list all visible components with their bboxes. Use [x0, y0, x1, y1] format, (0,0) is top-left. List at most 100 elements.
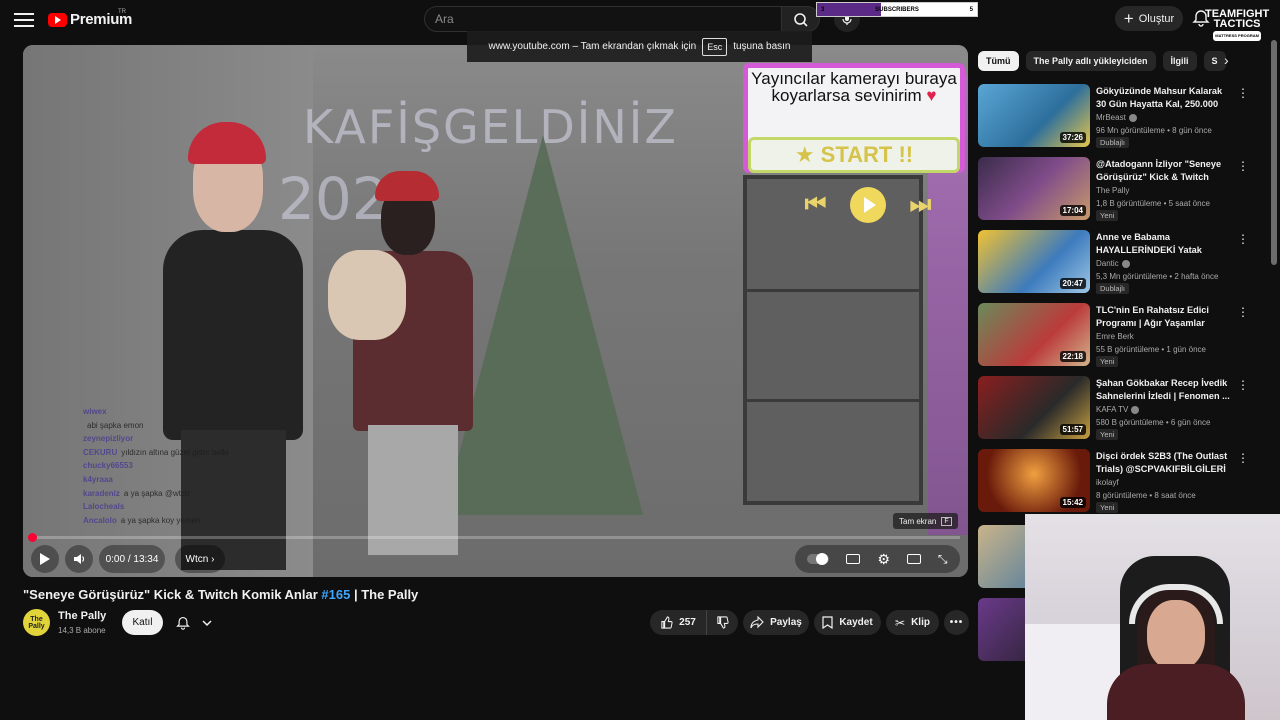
play-icon: [40, 553, 50, 565]
more-actions-button[interactable]: •••: [944, 610, 969, 635]
chat-message: chucky66553: [83, 459, 303, 473]
recommended-video[interactable]: 17:04 @Atadogann İzliyor "Seneye Görüşürü…: [978, 157, 1258, 221]
chat-message: karadeniz a ya şapka @wtcn: [83, 487, 303, 501]
recommended-video[interactable]: 22:18 TLC'nin En Rahatsız Edici Programı …: [978, 303, 1258, 367]
recommended-video[interactable]: 37:26 Gökyüzünde Mahsur Kalarak 30 Gün Ha…: [978, 84, 1258, 148]
verified-icon: [1128, 113, 1137, 122]
more-vertical-icon[interactable]: ⋮: [1237, 159, 1249, 173]
subtitles-icon[interactable]: [846, 554, 861, 564]
recommended-video[interactable]: 15:42 Dişci ördek S2B3 (The Outlast Trial…: [978, 449, 1258, 513]
thumbs-up-icon: [661, 616, 673, 629]
video-thumbnail[interactable]: 15:42: [978, 449, 1090, 512]
subscriber-goal-target: 5: [969, 6, 973, 13]
brand-subline: MATTRESS PROGRAM: [1213, 31, 1261, 41]
recommended-video-title[interactable]: Anne ve Babama HAYALLERİNDEKİ Yatak Odas…: [1096, 231, 1232, 257]
recommended-video-title[interactable]: Gökyüzünde Mahsur Kalarak 30 Gün Hayatta…: [1096, 85, 1232, 111]
recommended-video-title[interactable]: Şahan Gökbakar Recep İvedik Sahnelerini …: [1096, 377, 1232, 403]
recommended-channel-name: MrBeast: [1096, 113, 1126, 122]
recommended-channel[interactable]: Emre Berk: [1096, 332, 1134, 341]
recommended-video-title[interactable]: Dişci ördek S2B3 (The Outlast Trials) @S…: [1096, 450, 1232, 476]
join-button[interactable]: Katıl: [122, 610, 163, 635]
filter-chip[interactable]: S: [1203, 51, 1226, 71]
recommended-meta: 96 Mn görüntüleme • 8 gün önce: [1096, 126, 1212, 135]
menu-icon[interactable]: [14, 10, 34, 28]
video-thumbnail[interactable]: 51:57: [978, 376, 1090, 439]
video-thumbnail[interactable]: 20:47: [978, 230, 1090, 293]
settings-gear-icon[interactable]: ⚙: [877, 551, 890, 568]
search-input[interactable]: [425, 7, 781, 31]
recommended-video-title[interactable]: TLC'nin En Rahatsız Edici Programı | Ağı…: [1096, 304, 1232, 330]
miniplayer-icon[interactable]: [906, 554, 921, 564]
create-button[interactable]: + Oluştur: [1115, 6, 1183, 31]
notification-settings-button[interactable]: [170, 610, 218, 635]
share-button[interactable]: Paylaş: [743, 610, 809, 635]
recommended-meta: 55 B görüntüleme • 1 gün önce: [1096, 345, 1206, 354]
chat-text: yıldızın altına güzel gider belki: [121, 447, 229, 457]
toast-key: Esc: [702, 37, 728, 56]
recommended-channel[interactable]: KAFA TV: [1096, 405, 1140, 414]
chevron-right-icon[interactable]: ›: [1224, 52, 1240, 70]
video-thumbnail[interactable]: 37:26: [978, 84, 1090, 147]
recommended-channel[interactable]: The Pally: [1096, 186, 1129, 195]
video-thumbnail[interactable]: 22:18: [978, 303, 1090, 366]
filter-chip[interactable]: The Pally adlı yükleyiciden: [1025, 51, 1156, 71]
filter-chip[interactable]: Tümü: [978, 51, 1019, 71]
time-display: 0:00 / 13:34: [99, 545, 165, 573]
clip-button[interactable]: ✂ Klip: [886, 610, 939, 635]
recommended-meta: 8 görüntüleme • 8 saat önce: [1096, 491, 1196, 500]
channel-name[interactable]: The Pally: [58, 610, 106, 622]
more-vertical-icon[interactable]: ⋮: [1237, 86, 1249, 100]
share-icon: [750, 616, 764, 629]
chat-username: k4yraaa: [83, 474, 113, 484]
chat-message: wiwex: [83, 405, 303, 419]
person-guest: [353, 171, 473, 555]
recommended-channel-name: KAFA TV: [1096, 405, 1129, 414]
recommended-channel[interactable]: Dantic: [1096, 259, 1130, 268]
streamer-brand-logo: TEAMFIGHT TACTICS MATTRESS PROGRAM: [1205, 9, 1269, 41]
chat-username: CEKURU: [83, 447, 118, 457]
volume-button[interactable]: [65, 545, 93, 573]
plus-icon: +: [1123, 9, 1134, 28]
fullscreen-tooltip-text: Tam ekran: [899, 516, 937, 526]
like-button[interactable]: 257: [650, 610, 706, 635]
recommended-meta: 580 B görüntüleme • 6 gün önce: [1096, 418, 1211, 427]
filter-chip[interactable]: İlgili: [1162, 51, 1197, 71]
search-box[interactable]: [424, 6, 782, 32]
more-vertical-icon[interactable]: ⋮: [1237, 305, 1249, 319]
toast-text-before: www.youtube.com – Tam ekrandan çıkmak iç…: [488, 41, 697, 52]
recommended-badge: Yeni: [1096, 210, 1119, 221]
play-button[interactable]: [31, 545, 59, 573]
video-thumbnail[interactable]: 17:04: [978, 157, 1090, 220]
scissors-icon: ✂: [895, 615, 906, 630]
recommended-video[interactable]: 20:47 Anne ve Babama HAYALLERİNDEKİ Yatak…: [978, 230, 1258, 294]
save-button[interactable]: Kaydet: [814, 610, 881, 635]
recommended-badge: Yeni: [1096, 356, 1119, 367]
chevron-right-icon: ›: [211, 553, 215, 565]
search-button[interactable]: [782, 6, 820, 32]
chapter-button[interactable]: Wtcn ›: [175, 545, 225, 573]
chat-username: Ancalolo: [83, 515, 117, 525]
share-label: Paylaş: [770, 617, 802, 628]
recommended-channel[interactable]: ikolayf: [1096, 478, 1119, 487]
dislike-button[interactable]: [706, 610, 738, 635]
progress-bar[interactable]: [28, 533, 960, 542]
recommended-video[interactable]: 51:57 Şahan Gökbakar Recep İvedik Sahnele…: [978, 376, 1258, 440]
chat-message: CEKURU yıldızın altına güzel gider belki: [83, 446, 303, 460]
recommended-channel-name: ikolayf: [1096, 478, 1119, 487]
recommended-badge: Yeni: [1096, 429, 1119, 440]
scrubber-handle[interactable]: [28, 533, 37, 542]
recommended-video-title[interactable]: @Atadogann İzliyor "Seneye Görüşürüz" Ki…: [1096, 158, 1232, 184]
exit-fullscreen-icon[interactable]: ⤡: [938, 552, 948, 567]
autoplay-toggle[interactable]: [807, 553, 830, 565]
channel-avatar[interactable]: The Pally: [23, 609, 50, 636]
chapter-title: Wtcn: [185, 553, 209, 565]
video-title-hashtag[interactable]: #165: [321, 587, 350, 602]
video-duration: 15:42: [1059, 497, 1086, 508]
video-player[interactable]: KAFİŞGELDİNİZ 202 Yayıncılar kamerayı bu…: [23, 45, 968, 577]
recommended-channel[interactable]: MrBeast: [1096, 113, 1137, 122]
more-vertical-icon[interactable]: ⋮: [1237, 451, 1249, 465]
more-vertical-icon[interactable]: ⋮: [1237, 378, 1249, 392]
more-vertical-icon[interactable]: ⋮: [1237, 232, 1249, 246]
scrollbar[interactable]: [1271, 40, 1277, 265]
brand-line-2: TACTICS: [1213, 18, 1261, 30]
